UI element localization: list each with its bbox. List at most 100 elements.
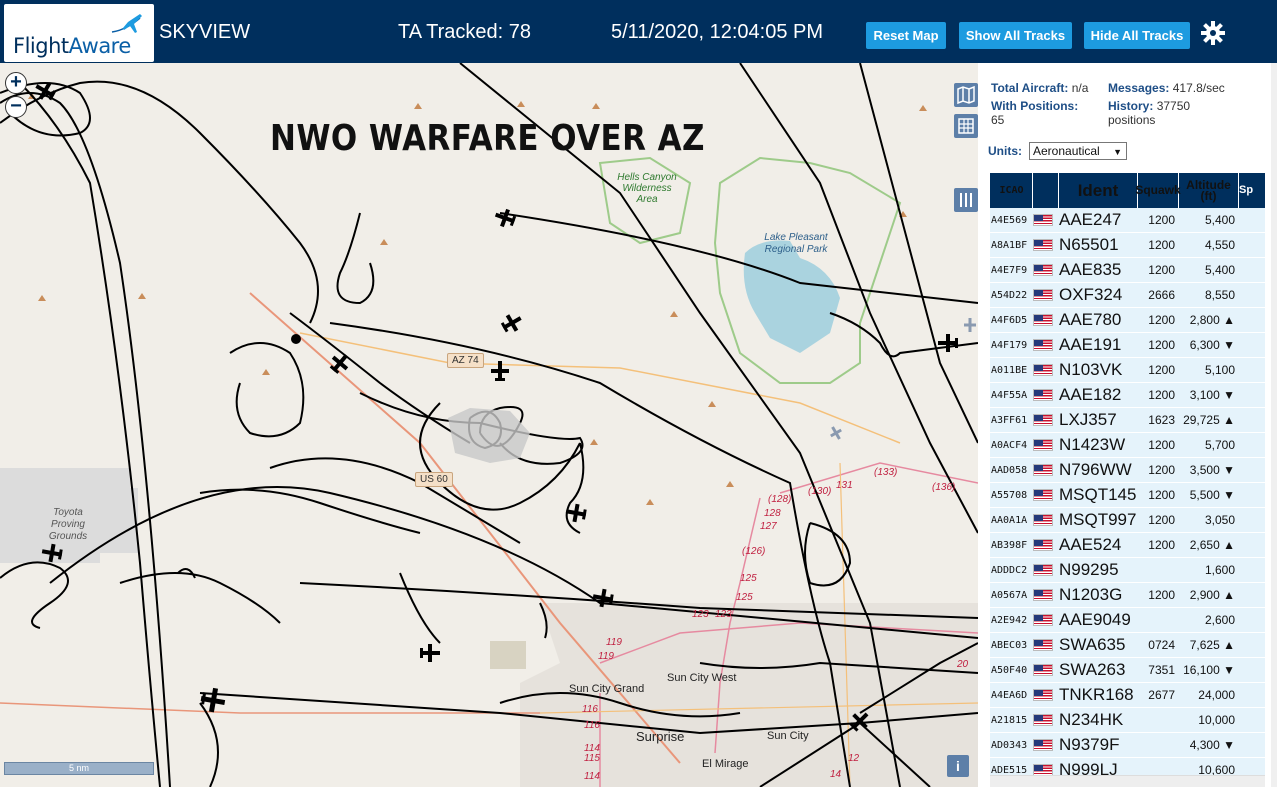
table-row[interactable]: A0567A N1203G 1200 2,900 ▲: [990, 583, 1265, 608]
hide-all-tracks-button[interactable]: Hide All Tracks: [1084, 22, 1190, 49]
cell-ident: N1423W: [1059, 435, 1126, 454]
table-row[interactable]: AB398F AAE524 1200 2,650 ▲: [990, 533, 1265, 558]
table-row[interactable]: A21815 N234HK 10,000: [990, 708, 1265, 733]
columns-icon: [960, 193, 972, 207]
cell-ident: N9379F: [1059, 735, 1120, 754]
table-row[interactable]: A4E569 AAE247 1200 5,400: [990, 208, 1265, 233]
header-ident[interactable]: Ident: [1059, 173, 1138, 208]
cell-ident: MSQT145: [1059, 485, 1137, 504]
cell-altitude: 10,000: [1198, 713, 1235, 727]
cell-ident: N1203G: [1059, 585, 1123, 604]
table-row[interactable]: A0ACF4 N1423W 1200 5,700: [990, 433, 1265, 458]
table-row[interactable]: ADDDC2 N99295 1,600: [990, 558, 1265, 583]
header-speed[interactable]: Sp: [1239, 173, 1255, 208]
label-sun-city-west: Sun City West: [667, 672, 737, 684]
table-row[interactable]: A011BE N103VK 1200 5,100: [990, 358, 1265, 383]
label-el-mirage: El Mirage: [702, 758, 749, 770]
cell-squawk: 2677: [1148, 688, 1175, 702]
cell-flag: [1033, 689, 1059, 701]
table-row[interactable]: A2E942 AAE9049 2,600: [990, 608, 1265, 633]
cell-ident: AAE9049: [1059, 610, 1131, 629]
road-number: 123: [692, 609, 709, 620]
us-flag-icon: [1033, 364, 1053, 376]
us-flag-icon: [1033, 264, 1053, 276]
road-badge-az74: AZ 74: [447, 353, 484, 368]
cell-icao: ABEC03: [991, 639, 1028, 651]
cell-flag: [1033, 239, 1059, 251]
header-squawk[interactable]: Squawk: [1135, 173, 1181, 208]
road-number: 20: [957, 659, 969, 670]
cell-flag: [1033, 664, 1059, 676]
horizontal-scrollbar[interactable]: [990, 775, 1265, 787]
cell-ident: N99295: [1059, 560, 1119, 579]
cell-icao: A55708: [991, 489, 1028, 501]
sidebar-toggle-button[interactable]: [954, 188, 978, 212]
cell-flag: [1033, 314, 1059, 326]
vertical-scrollbar[interactable]: [1271, 63, 1277, 787]
cell-squawk: 2666: [1148, 288, 1175, 302]
table-row[interactable]: A55708 MSQT145 1200 5,500 ▼: [990, 483, 1265, 508]
table-row[interactable]: A4F179 AAE191 1200 6,300 ▼: [990, 333, 1265, 358]
cell-ident: MSQT997: [1059, 510, 1137, 529]
flightaware-logo[interactable]: FlightAware: [4, 4, 154, 62]
road-number: 125: [740, 573, 757, 584]
table-body: A4E569 AAE247 1200 5,400 A8A1BF N65501 1200 4,5…: [990, 208, 1265, 783]
map-layers-button[interactable]: [954, 83, 978, 107]
table-row[interactable]: A4E7F9 AAE835 1200 5,400: [990, 258, 1265, 283]
cell-altitude: 2,800 ▲: [1189, 313, 1235, 327]
cell-altitude: 3,050: [1204, 513, 1235, 527]
cell-squawk: 1200: [1148, 213, 1175, 227]
table-row[interactable]: ABEC03 SWA635 0724 7,625 ▲: [990, 633, 1265, 658]
cell-ident: N103VK: [1059, 360, 1123, 379]
cell-altitude: 3,100 ▼: [1189, 388, 1235, 402]
header-flag[interactable]: [1033, 173, 1059, 208]
cell-altitude: 5,400: [1204, 213, 1235, 227]
cell-icao: A011BE: [991, 364, 1028, 376]
aircraft-sidebar: Total Aircraft: n/a Messages: 417.8/sec …: [978, 63, 1277, 787]
table-row[interactable]: A3FF61 LXJ357 1623 29,725 ▲: [990, 408, 1265, 433]
table-row[interactable]: A4F55A AAE182 1200 3,100 ▼: [990, 383, 1265, 408]
table-row[interactable]: A50F40 SWA263 7351 16,100 ▼: [990, 658, 1265, 683]
map-icon: [957, 85, 975, 105]
gear-icon[interactable]: [1200, 20, 1226, 46]
table-row[interactable]: A54D22 OXF324 2666 8,550: [990, 283, 1265, 308]
cell-ident: AAE182: [1059, 385, 1122, 404]
skyview-app: FlightAware SKYVIEW TA Tracked: 78 5/11/…: [0, 0, 1277, 793]
table-row[interactable]: A8A1BF N65501 1200 4,550: [990, 233, 1265, 258]
cell-flag: [1033, 714, 1059, 726]
header-altitude[interactable]: Altitude (ft): [1179, 173, 1239, 208]
road-number: 123: [715, 609, 732, 620]
table-row[interactable]: AAD058 N796WW 1200 3,500 ▼: [990, 458, 1265, 483]
grid-toggle-button[interactable]: [954, 114, 978, 138]
cell-ident: N796WW: [1059, 460, 1132, 479]
cell-altitude: 2,900 ▲: [1189, 588, 1235, 602]
cell-squawk: 1200: [1148, 438, 1175, 452]
header-icao[interactable]: ICAO: [990, 173, 1033, 208]
cell-flag: [1033, 289, 1059, 301]
reset-map-button[interactable]: Reset Map: [866, 22, 946, 49]
map-canvas[interactable]: [0, 63, 978, 787]
table-row[interactable]: A4F6D5 AAE780 1200 2,800 ▲: [990, 308, 1265, 333]
map-view[interactable]: NWO WARFARE OVER AZ + − Hells Canyon Wil…: [0, 63, 978, 787]
cell-altitude: 5,500 ▼: [1189, 488, 1235, 502]
cell-icao: A21815: [991, 714, 1028, 726]
cell-flag: [1033, 439, 1059, 451]
cell-flag: [1033, 739, 1059, 751]
table-row[interactable]: A4EA6D TNKR168 2677 24,000: [990, 683, 1265, 708]
show-all-tracks-button[interactable]: Show All Tracks: [959, 22, 1072, 49]
cell-squawk: 7351: [1148, 663, 1175, 677]
zoom-out-button[interactable]: −: [5, 96, 27, 118]
units-select[interactable]: Aeronautical: [1029, 142, 1127, 160]
us-flag-icon: [1033, 589, 1053, 601]
zoom-in-button[interactable]: +: [5, 72, 27, 94]
cell-altitude: 5,100: [1204, 363, 1235, 377]
cell-flag: [1033, 339, 1059, 351]
us-flag-icon: [1033, 214, 1053, 226]
table-row[interactable]: AD0343 N9379F 4,300 ▼: [990, 733, 1265, 758]
us-flag-icon: [1033, 664, 1053, 676]
header-bar: FlightAware SKYVIEW TA Tracked: 78 5/11/…: [0, 0, 1277, 63]
table-row[interactable]: AA0A1A MSQT997 1200 3,050: [990, 508, 1265, 533]
map-info-button[interactable]: i: [947, 755, 969, 777]
label-sun-city-grand: Sun City Grand: [569, 683, 645, 695]
cell-icao: A4F6D5: [991, 314, 1028, 326]
